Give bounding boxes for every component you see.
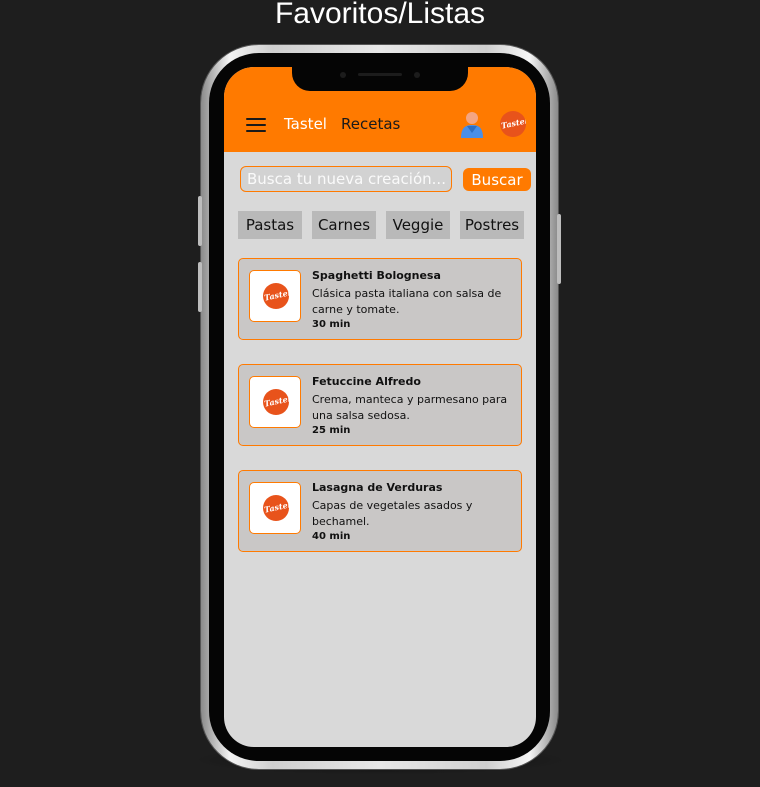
app-header: Tastel Recetas Tastel <box>224 67 536 152</box>
phone-side-button-left-1 <box>198 196 202 246</box>
phone-notch <box>292 67 468 91</box>
recipe-thumbnail: Tastel <box>249 482 301 534</box>
nav-recetas-link[interactable]: Recetas <box>341 115 400 133</box>
search-input[interactable] <box>240 166 452 192</box>
category-chip-pastas[interactable]: Pastas <box>238 211 302 239</box>
recipe-thumbnail: Tastel <box>249 270 301 322</box>
category-chip-veggie[interactable]: Veggie <box>386 211 450 239</box>
phone-side-button-right <box>557 214 561 284</box>
recipe-card[interactable]: Tastel Lasagna de Verduras Capas de vege… <box>238 470 522 552</box>
recipe-time: 25 min <box>312 425 351 436</box>
hamburger-icon[interactable] <box>246 118 266 132</box>
tastel-logo-icon: Tastel <box>263 495 289 521</box>
page-title: Favoritos/Listas <box>274 0 486 30</box>
tastel-logo-icon: Tastel <box>263 283 289 309</box>
tastel-logo-icon: Tastel <box>263 389 289 415</box>
recipe-time: 40 min <box>312 531 351 542</box>
recipe-title: Fetuccine Alfredo <box>312 375 421 388</box>
category-chip-carnes[interactable]: Carnes <box>312 211 376 239</box>
recipe-description: Crema, manteca y parmesano para una sals… <box>312 393 508 422</box>
recipe-description: Clásica pasta italiana con salsa de carn… <box>312 287 502 316</box>
brand-name[interactable]: Tastel <box>284 115 327 133</box>
recipe-title: Lasagna de Verduras <box>312 481 443 494</box>
recipe-title: Spaghetti Bolognesa <box>312 269 441 282</box>
recipe-thumbnail: Tastel <box>249 376 301 428</box>
recipe-card[interactable]: Tastel Fetuccine Alfredo Crema, manteca … <box>238 364 522 446</box>
search-button[interactable]: Buscar <box>463 168 531 191</box>
user-icon[interactable] <box>460 111 484 139</box>
recipe-card[interactable]: Tastel Spaghetti Bolognesa Clásica pasta… <box>238 258 522 340</box>
recipe-time: 30 min <box>312 319 351 330</box>
tastel-logo-icon[interactable]: Tastel <box>500 111 526 137</box>
phone-screen: Tastel Recetas Tastel Buscar Pastas Carn… <box>224 67 536 747</box>
recipe-description: Capas de vegetales asados y bechamel. <box>312 499 473 528</box>
category-chip-postres[interactable]: Postres <box>460 211 524 239</box>
phone-side-button-left-2 <box>198 262 202 312</box>
